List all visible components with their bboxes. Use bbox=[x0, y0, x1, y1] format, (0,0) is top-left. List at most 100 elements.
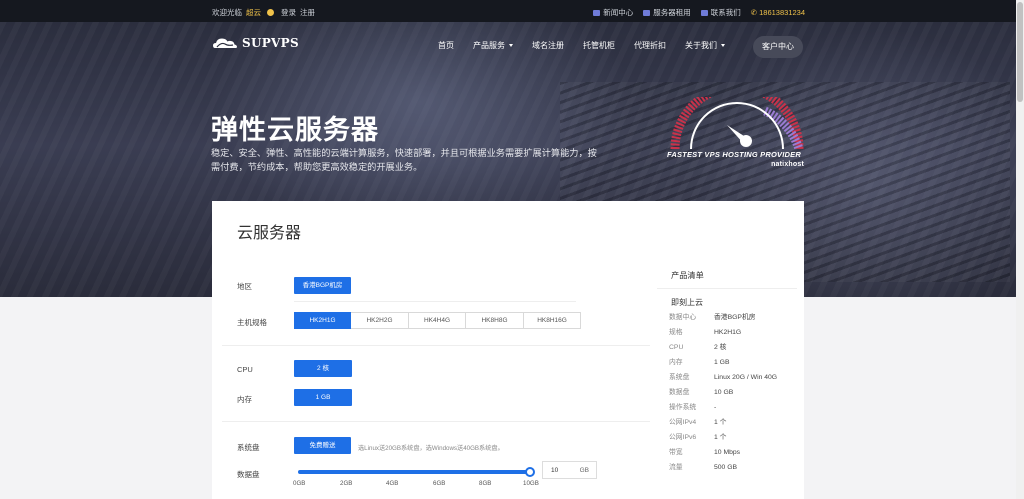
summary-item: CPU 2 核 bbox=[669, 343, 794, 353]
summary-item: 数据盘 10 GB bbox=[669, 388, 794, 398]
spec-option[interactable]: HK4H4G bbox=[409, 312, 466, 329]
summary-key: 带宽 bbox=[669, 449, 683, 456]
summary-item: 规格 HK2H1G bbox=[669, 328, 794, 338]
summary-value: 1 GB bbox=[714, 359, 730, 366]
summary-value: 10 GB bbox=[714, 389, 734, 396]
nav-agent-label: 代理折扣 bbox=[634, 41, 666, 50]
nav-item-about[interactable]: 关于我们 bbox=[685, 40, 725, 51]
server-rent-label: 服务器租用 bbox=[653, 8, 691, 17]
summary-value: Linux 20G / Win 40G bbox=[714, 374, 778, 381]
divider bbox=[222, 345, 650, 346]
phone-icon: ✆ bbox=[750, 8, 760, 17]
slider-tick: 10GB bbox=[523, 480, 539, 487]
summary-value: 10 Mbps bbox=[714, 449, 741, 456]
slider-tick: 2GB bbox=[340, 480, 353, 487]
nav-item-agent[interactable]: 代理折扣 bbox=[634, 40, 666, 51]
spec-option[interactable]: HK2H1G bbox=[294, 312, 351, 329]
nav-item-domain[interactable]: 域名注册 bbox=[532, 40, 564, 51]
scrollbar-thumb[interactable] bbox=[1017, 2, 1023, 102]
summary-item: 流量 500 GB bbox=[669, 463, 794, 473]
top-links: 新闻中心 服务器租用 联系我们 ✆ 18613831234 bbox=[593, 7, 805, 18]
slider-tick: 8GB bbox=[479, 480, 492, 487]
summary-item: 带宽 10 Mbps bbox=[669, 448, 794, 458]
chevron-down-icon bbox=[509, 44, 513, 47]
user-center-button[interactable]: 客户中心 bbox=[753, 36, 803, 58]
spec-option[interactable]: HK2H2G bbox=[351, 312, 409, 329]
cloud-logo-icon bbox=[213, 38, 237, 48]
register-link[interactable]: 注册 bbox=[300, 7, 315, 18]
server-rent-link[interactable]: 服务器租用 bbox=[643, 7, 691, 18]
slider-handle[interactable] bbox=[525, 467, 535, 477]
summary-value: HK2H1G bbox=[714, 329, 742, 336]
summary-list: 数据中心 香港BGP机房 规格 HK2H1G CPU 2 核 内存 1 GB 系统盘 Li… bbox=[669, 313, 794, 478]
region-label: 地区 bbox=[237, 282, 252, 291]
summary-key: 规格 bbox=[669, 329, 683, 336]
summary-key: CPU bbox=[669, 344, 684, 351]
cpu-option[interactable]: 2 核 bbox=[294, 360, 352, 377]
summary-key: 内存 bbox=[669, 359, 683, 366]
contact-label: 联系我们 bbox=[710, 8, 741, 17]
phone-number: ✆ 18613831234 bbox=[751, 8, 805, 17]
nav-products-label: 产品服务 bbox=[473, 41, 505, 50]
data-disk-input[interactable]: 10 GB bbox=[542, 461, 597, 479]
summary-key: 操作系统 bbox=[669, 404, 697, 411]
badge-line-1: FASTEST VPS HOSTING PROVIDER bbox=[667, 150, 801, 159]
summary-value: 1 个 bbox=[714, 419, 727, 426]
summary-subtitle: 即刻上云 bbox=[671, 298, 703, 307]
hosting-badge: FASTEST VPS HOSTING PROVIDER natixhost bbox=[667, 97, 807, 192]
list-icon bbox=[643, 10, 651, 16]
slider-tick: 4GB bbox=[386, 480, 399, 487]
page-scrollbar[interactable] bbox=[1016, 0, 1024, 499]
slider-tick: 0GB bbox=[293, 480, 306, 487]
welcome-area: 欢迎光临 超云 登录 注册 bbox=[212, 7, 315, 18]
divider bbox=[657, 288, 797, 289]
spec-selector: HK2H1G HK2H2G HK4H4G HK8H8G HK8H16G bbox=[294, 312, 581, 329]
summary-key: 流量 bbox=[669, 464, 683, 471]
contact-link[interactable]: 联系我们 bbox=[700, 7, 741, 18]
spec-option[interactable]: HK8H8G bbox=[466, 312, 524, 329]
site-logo[interactable]: SUPVPS bbox=[212, 36, 299, 50]
summary-value: 500 GB bbox=[714, 464, 738, 471]
spec-option[interactable]: HK8H16G bbox=[524, 312, 581, 329]
memory-option[interactable]: 1 GB bbox=[294, 389, 352, 406]
nav-domain-label: 域名注册 bbox=[532, 41, 564, 50]
nav-about-label: 关于我们 bbox=[685, 41, 717, 50]
logo-text: SUPVPS bbox=[242, 36, 299, 50]
summary-value: - bbox=[714, 404, 717, 411]
summary-item: 操作系统 - bbox=[669, 403, 794, 413]
nav-item-products[interactable]: 产品服务 bbox=[473, 40, 513, 51]
summary-title: 产品清单 bbox=[671, 271, 704, 280]
summary-item: 系统盘 Linux 20G / Win 40G bbox=[669, 373, 794, 383]
summary-item: 内存 1 GB bbox=[669, 358, 794, 368]
system-disk-free-button[interactable]: 免费赠送 bbox=[294, 437, 351, 454]
news-icon bbox=[593, 10, 601, 16]
summary-key: 公网IPv4 bbox=[669, 419, 697, 426]
summary-item: 公网IPv4 1 个 bbox=[669, 418, 794, 428]
data-disk-value: 10 bbox=[551, 467, 559, 474]
system-disk-hint: 选Linux送20GB系统盘，选Windows送40GB系统盘。 bbox=[358, 445, 504, 452]
memory-label: 内存 bbox=[237, 395, 252, 404]
hero-subtitle: 稳定、安全、弹性、高性能的云端计算服务，快速部署，并且可根据业务需要扩展计算能力… bbox=[211, 148, 597, 172]
summary-item: 数据中心 香港BGP机房 bbox=[669, 313, 794, 323]
divider bbox=[222, 421, 650, 422]
summary-value: 2 核 bbox=[714, 344, 727, 351]
divider bbox=[294, 301, 576, 302]
login-link[interactable]: 登录 bbox=[281, 7, 296, 18]
nav-item-home[interactable]: 首页 bbox=[438, 40, 454, 51]
data-disk-label: 数据盘 bbox=[237, 470, 260, 479]
news-link[interactable]: 新闻中心 bbox=[593, 7, 633, 18]
welcome-text: 欢迎光临 bbox=[212, 8, 242, 17]
speedometer-icon bbox=[670, 97, 804, 151]
product-summary-panel: 产品清单 即刻上云 数据中心 香港BGP机房 规格 HK2H1G CPU 2 核 内存… bbox=[657, 261, 797, 499]
main-nav: 首页 产品服务 域名注册 托管机柜 代理折扣 关于我们 bbox=[438, 40, 725, 51]
cloud-server-card: 云服务器 地区 香港BGP机房 主机规格 HK2H1G HK2H2G HK4H4… bbox=[212, 201, 804, 499]
region-option-hk-bgp[interactable]: 香港BGP机房 bbox=[294, 277, 351, 294]
badge-line-2: natixhost bbox=[771, 161, 804, 168]
nav-colocation-label: 托管机柜 bbox=[583, 41, 615, 50]
nav-item-colocation[interactable]: 托管机柜 bbox=[583, 40, 615, 51]
summary-key: 系统盘 bbox=[669, 374, 690, 381]
data-disk-slider[interactable] bbox=[298, 467, 535, 477]
summary-value: 香港BGP机房 bbox=[714, 314, 756, 321]
top-bar: 欢迎光临 超云 登录 注册 新闻中心 服务器租用 联系我们 ✆ 186138312… bbox=[0, 0, 1016, 22]
cpu-label: CPU bbox=[237, 365, 253, 374]
